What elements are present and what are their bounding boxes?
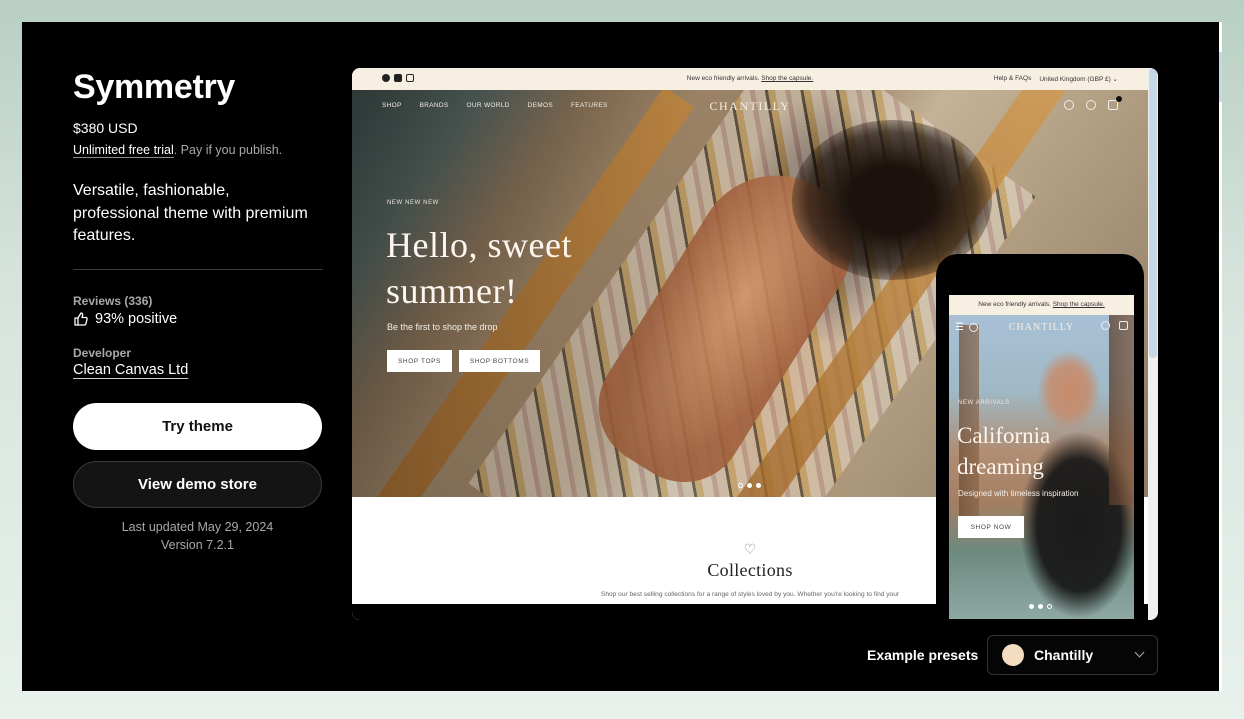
chevron-down-icon: [1134, 647, 1145, 658]
version: Version 7.2.1: [161, 538, 234, 552]
account-icon[interactable]: [1101, 321, 1110, 330]
developer-link[interactable]: Clean Canvas Ltd: [73, 362, 188, 378]
slide-dot[interactable]: [1038, 604, 1043, 609]
theme-detail-panel: Symmetry $380 USD Unlimited free trial. …: [22, 22, 1219, 691]
last-updated: Last updated May 29, 2024: [121, 520, 274, 534]
divider: [73, 269, 323, 270]
reviews-label: Reviews (336): [73, 294, 153, 308]
mobile-announcement-bar: New eco friendly arrivals. Shop the caps…: [949, 295, 1134, 315]
theme-price: $380 USD: [73, 120, 138, 136]
hero-eyebrow: NEW NEW NEW: [387, 200, 439, 206]
mobile-header-icons: [1101, 321, 1128, 330]
hero-headline: Hello, sweet summer!: [386, 225, 572, 311]
mobile-hero-subheading: Designed with timeless inspiration: [958, 489, 1079, 498]
region-selector[interactable]: United Kingdom (GBP £) ⌄: [1039, 75, 1118, 83]
header-icons: [1064, 96, 1122, 110]
thumbs-up-icon: [74, 312, 88, 326]
cart-icon[interactable]: [1108, 96, 1122, 110]
reviews-rating[interactable]: 93% positive: [73, 311, 177, 327]
preview-scrollbar[interactable]: [1148, 68, 1158, 620]
mobile-preview: New eco friendly arrivals. Shop the caps…: [936, 254, 1144, 632]
reviews-value: 93% positive: [95, 311, 178, 327]
slide-dot[interactable]: [738, 483, 743, 488]
mobile-screen: New eco friendly arrivals. Shop the caps…: [949, 295, 1134, 619]
theme-description: Versatile, fashionable, professional the…: [73, 182, 308, 244]
help-faqs-link[interactable]: Help & FAQs: [994, 75, 1032, 83]
view-demo-store-button[interactable]: View demo store: [73, 461, 322, 508]
shop-now-button[interactable]: SHOP NOW: [958, 516, 1024, 538]
theme-title: Symmetry: [73, 68, 236, 106]
account-icon[interactable]: [1064, 100, 1074, 110]
cart-icon[interactable]: [1119, 321, 1128, 330]
announcement-bar: New eco friendly arrivals. Shop the caps…: [352, 68, 1148, 90]
shop-bottoms-button[interactable]: SHOP BOTTOMS: [459, 350, 540, 372]
edge-scrollbar[interactable]: [1219, 52, 1222, 102]
trial-info: Unlimited free trial. Pay if you publish…: [73, 143, 282, 157]
announcement-message: New eco friendly arrivals.: [686, 75, 762, 82]
store-logo[interactable]: CHANTILLY: [352, 99, 1148, 114]
slide-dot[interactable]: [1047, 604, 1052, 609]
preset-dropdown[interactable]: Chantilly: [987, 635, 1158, 675]
developer-label: Developer: [73, 346, 132, 360]
search-icon[interactable]: [1086, 100, 1096, 110]
utility-links: Help & FAQs United Kingdom (GBP £) ⌄: [994, 75, 1118, 83]
slide-dot[interactable]: [1029, 604, 1034, 609]
mobile-announcement-message: New eco friendly arrivals.: [978, 301, 1053, 308]
trial-suffix: . Pay if you publish.: [173, 143, 283, 157]
slideshow-dots: [738, 483, 761, 488]
shop-tops-button[interactable]: SHOP TOPS: [387, 350, 452, 372]
preset-selected: Chantilly: [1034, 647, 1094, 663]
mobile-slideshow-dots: [1029, 604, 1052, 609]
hero-subheading: Be the first to shop the drop: [387, 322, 498, 332]
free-trial-link[interactable]: Unlimited free trial: [73, 143, 174, 157]
preset-swatch: [1002, 644, 1024, 666]
try-theme-button[interactable]: Try theme: [73, 403, 322, 450]
mobile-hero-headline: California dreaming: [957, 423, 1051, 479]
presets-label: Example presets: [867, 647, 979, 663]
mobile-hero: ☰ CHANTILLY NEW ARRIVALS California drea…: [949, 315, 1134, 619]
mobile-hero-eyebrow: NEW ARRIVALS: [958, 400, 1010, 406]
window-edge: [1219, 22, 1222, 691]
slide-dot[interactable]: [747, 483, 752, 488]
scrollbar-thumb[interactable]: [1149, 68, 1157, 358]
slide-dot[interactable]: [756, 483, 761, 488]
shop-capsule-link[interactable]: Shop the capsule.: [761, 75, 813, 82]
mobile-shop-capsule-link[interactable]: Shop the capsule.: [1053, 301, 1105, 308]
